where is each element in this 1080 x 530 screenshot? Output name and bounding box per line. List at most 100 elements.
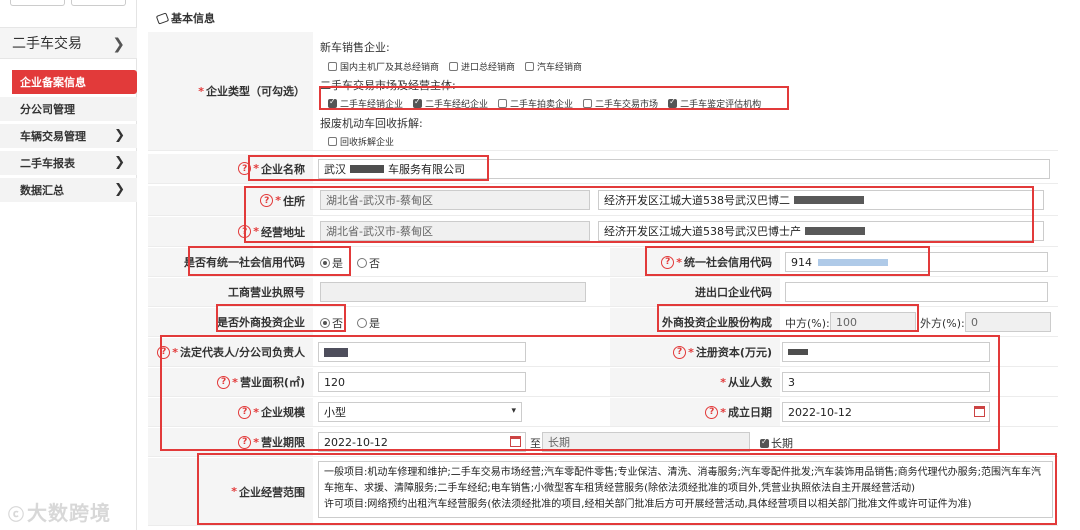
label-business-term: ? * 营业期限 (148, 428, 313, 456)
used-car-options: 二手车经销企业 二手车经纪企业 二手车拍卖企业 二手车交易市场 二手车鉴定评估机… (328, 97, 771, 110)
row-enterprise-type: * 企业类型（可勾选） 新车销售企业: 国内主机厂及其总经销商 进口总经销商 汽车… (148, 32, 1058, 151)
sidebar-section-used-car[interactable]: 二手车交易 ❯ (0, 27, 137, 59)
business-license-input[interactable] (320, 282, 586, 302)
watermark-text: 大数跨境 (27, 501, 112, 525)
label-scale: ? * 企业规模 (148, 398, 313, 426)
scrap-options: 回收拆解企业 (328, 135, 404, 148)
question-icon: ? (217, 375, 231, 389)
foreign-invest-radios: 否 是 (320, 315, 380, 331)
has-credit-code-radios: 是 否 (320, 255, 380, 271)
term-start-input[interactable]: 2022-10-12 (318, 432, 526, 452)
checkbox-recycle[interactable]: 回收拆解企业 (328, 135, 394, 148)
row-area: ? * 营业面积(㎡) 120 * 从业人数 3 (148, 368, 1058, 397)
label-company-name: ? * 企业名称 (148, 154, 313, 183)
checkbox-import-distributor[interactable]: 进口总经销商 (449, 60, 515, 73)
row-business-address: ? * 经营地址 湖北省-武汉市-蔡甸区 经济开发区江城大道538号武汉巴博士产 (148, 217, 1058, 247)
term-end-input[interactable]: 长期 (542, 432, 750, 452)
row-company-name: ? * 企业名称 武汉 车服务有限公司 (148, 154, 1058, 184)
label-established: ? * 成立日期 (610, 398, 780, 426)
sidebar-section-label: 二手车交易 (12, 36, 82, 52)
sidebar-item-enterprise-record[interactable]: 企业备案信息 (12, 70, 137, 94)
sidebar-item-branch[interactable]: 分公司管理 (0, 97, 137, 121)
label-has-credit-code: 是否有统一社会信用代码 (148, 248, 313, 276)
row-residence: ? * 住所 湖北省-武汉市-蔡甸区 经济开发区江城大道538号武汉巴博二 (148, 186, 1058, 216)
question-icon: ? (661, 255, 675, 269)
established-input[interactable]: 2022-10-12 (782, 402, 990, 422)
company-name-input[interactable]: 武汉 车服务有限公司 (318, 159, 1050, 179)
question-icon: ? (260, 194, 274, 207)
question-icon: ? (705, 405, 719, 419)
radio-has-credit-yes[interactable]: 是 (320, 255, 343, 271)
chevron-right-icon: ❯ (114, 182, 125, 197)
legal-rep-input[interactable] (318, 342, 526, 362)
checkbox-car-dealer[interactable]: 汽车经销商 (525, 60, 582, 73)
top-tab[interactable] (71, 0, 126, 6)
chevron-right-icon: ❯ (112, 35, 125, 53)
radio-has-credit-no[interactable]: 否 (357, 255, 380, 271)
checkbox-domestic-oem[interactable]: 国内主机厂及其总经销商 (328, 60, 439, 73)
business-region-input[interactable]: 湖北省-武汉市-蔡甸区 (320, 221, 590, 241)
row-foreign-invest: 是否外商投资企业 否 是 外商投资企业股份构成 中方(%): 100 外方(%)… (148, 308, 1058, 337)
label-registered-capital: ? * 注册资本(万元) (610, 338, 780, 366)
business-address-input[interactable]: 经济开发区江城大道538号武汉巴博士产 (598, 221, 1044, 241)
question-icon: ? (238, 435, 252, 449)
foreign-share-label: 外方(%): (920, 317, 965, 330)
label-residence: ? * 住所 (148, 186, 313, 215)
used-car-title: 二手车交易市场及经营主体: (320, 79, 456, 92)
long-term-checkbox[interactable]: 长期 (760, 435, 793, 451)
label-business-license: 工商营业执照号 (148, 278, 313, 306)
cn-share-label: 中方(%): (785, 317, 830, 330)
sidebar-top-tabs (10, 0, 126, 6)
checkbox-used-car-auction[interactable]: 二手车拍卖企业 (498, 97, 573, 110)
label-import-export: 进出口企业代码 (610, 278, 780, 306)
checkbox-appraisal[interactable]: 二手车鉴定评估机构 (668, 97, 761, 110)
question-icon: ? (673, 345, 687, 359)
label-employees: * 从业人数 (610, 368, 780, 396)
radio-foreign-no[interactable]: 否 (320, 315, 343, 331)
question-icon: ? (238, 405, 252, 419)
credit-code-input[interactable]: 914 (785, 252, 1048, 272)
sidebar-item-label: 车辆交易管理 (20, 130, 86, 143)
question-icon: ? (238, 162, 252, 175)
label-enterprise-type: * 企业类型（可勾选） (148, 32, 313, 150)
sidebar-item-label: 二手车报表 (20, 157, 75, 170)
checkbox-used-car-broker[interactable]: 二手车经纪企业 (413, 97, 488, 110)
tag-icon (155, 11, 170, 25)
row-business-scope: * 企业经营范围 一般项目:机动车修理和维护;二手车交易市场经营;汽车零配件零售;… (148, 458, 1058, 526)
scale-select[interactable]: 小型 ▾ (318, 402, 522, 422)
sidebar-item-label: 企业备案信息 (20, 76, 86, 89)
checkbox-used-car-dealer[interactable]: 二手车经销企业 (328, 97, 403, 110)
label-share-structure: 外商投资企业股份构成 (610, 308, 780, 336)
row-scale: ? * 企业规模 小型 ▾ ? * 成立日期 2022-10-12 (148, 398, 1058, 427)
sidebar-item-label: 分公司管理 (20, 103, 75, 116)
employees-input[interactable]: 3 (782, 372, 990, 392)
calendar-icon[interactable] (974, 406, 985, 417)
residence-address-input[interactable]: 经济开发区江城大道538号武汉巴博二 (598, 190, 1044, 210)
sidebar-item-reports[interactable]: 二手车报表 ❯ (0, 151, 137, 175)
sidebar-item-vehicle-trade[interactable]: 车辆交易管理 ❯ (0, 124, 137, 148)
calendar-icon[interactable] (510, 436, 521, 447)
radio-foreign-yes[interactable]: 是 (357, 315, 380, 331)
sidebar-item-summary[interactable]: 数据汇总 ❯ (0, 178, 137, 202)
sidebar: 二手车交易 ❯ 企业备案信息 分公司管理 车辆交易管理 ❯ 二手车报表 ❯ 数据汇总… (0, 0, 137, 530)
label-business-scope: * 企业经营范围 (148, 458, 313, 525)
scrap-title: 报废机动车回收拆解: (320, 117, 423, 130)
new-car-options: 国内主机厂及其总经销商 进口总经销商 汽车经销商 (328, 60, 592, 73)
checkbox-used-car-market[interactable]: 二手车交易市场 (583, 97, 658, 110)
question-icon: ? (157, 345, 171, 359)
import-export-input[interactable] (785, 282, 1048, 302)
cn-share-input[interactable]: 100 (830, 312, 916, 332)
residence-region-input[interactable]: 湖北省-武汉市-蔡甸区 (320, 190, 590, 210)
business-area-input[interactable]: 120 (318, 372, 526, 392)
section-title: 基本信息 (155, 10, 215, 26)
row-license: 工商营业执照号 进出口企业代码 (148, 278, 1058, 307)
foreign-share-input[interactable]: 0 (965, 312, 1051, 332)
chevron-down-icon: ▾ (511, 406, 516, 416)
business-scope-textarea[interactable]: 一般项目:机动车修理和维护;二手车交易市场经营;汽车零配件零售;专业保洁、清洗、… (318, 461, 1053, 518)
label-business-address: ? * 经营地址 (148, 217, 313, 246)
label-foreign-invest: 是否外商投资企业 (148, 308, 313, 336)
top-tab[interactable] (10, 0, 65, 6)
registered-capital-input[interactable] (782, 342, 990, 362)
label-legal-rep: ? * 法定代表人/分公司负责人 (148, 338, 313, 366)
chevron-right-icon: ❯ (114, 155, 125, 170)
